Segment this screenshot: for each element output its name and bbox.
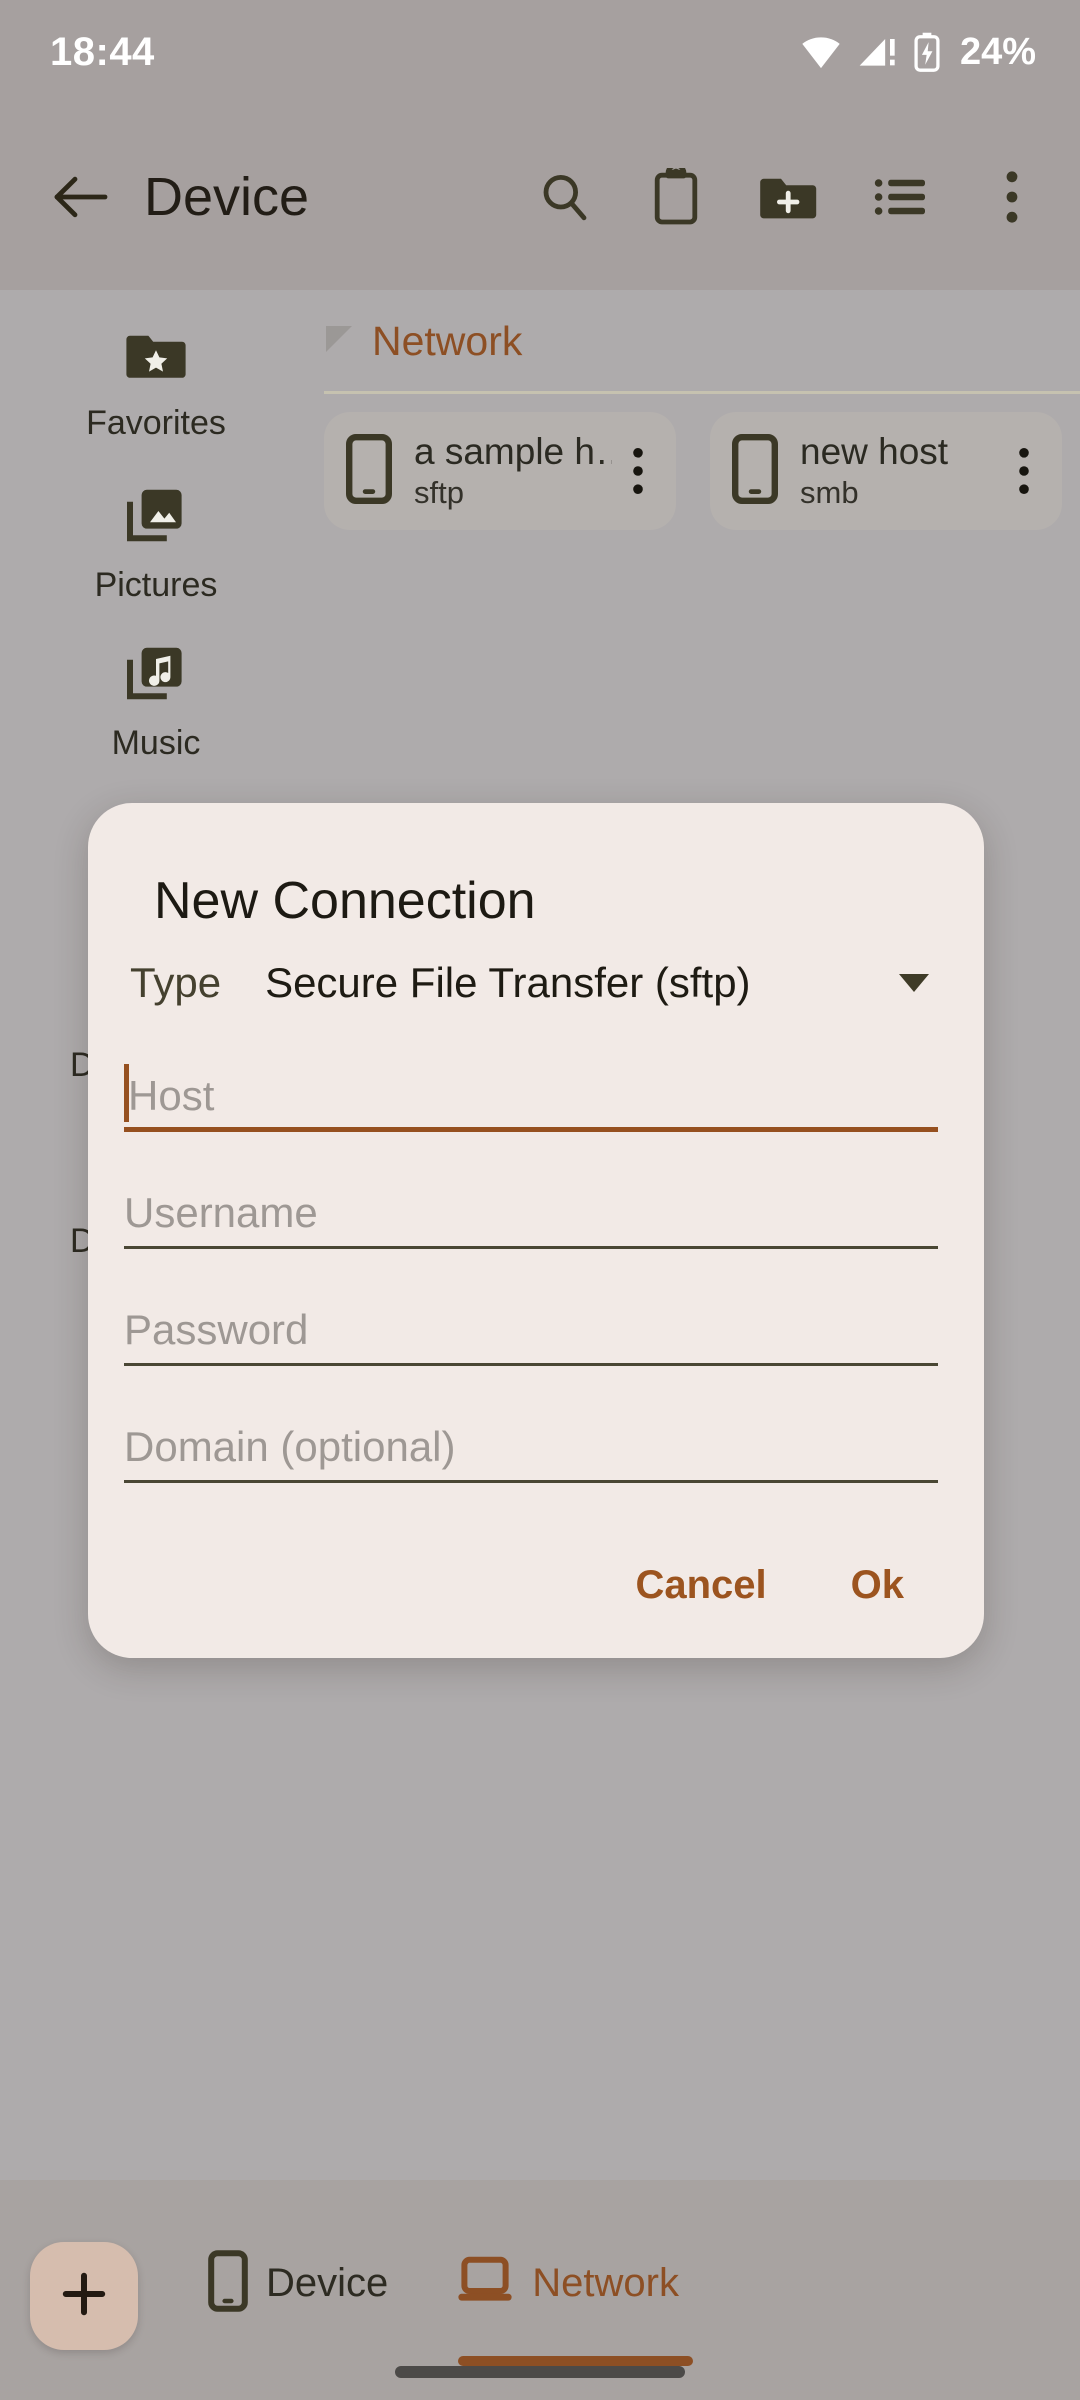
password-field-placeholder: Password xyxy=(124,1306,309,1353)
ok-button[interactable]: Ok xyxy=(823,1541,932,1630)
plus-icon xyxy=(59,2269,109,2324)
host-card[interactable]: a sample h… sftp xyxy=(324,412,676,530)
clipboard-icon[interactable] xyxy=(638,159,714,235)
shortcut-label: Music xyxy=(111,724,201,762)
shortcut-favorites[interactable]: Favorites xyxy=(0,308,312,466)
domain-field-underline xyxy=(124,1480,938,1483)
wifi-icon xyxy=(800,35,842,69)
password-field[interactable]: Password xyxy=(124,1263,938,1380)
device-phone-icon xyxy=(732,433,778,509)
status-clock: 18:44 xyxy=(50,29,155,74)
page-title: Device xyxy=(144,167,310,227)
shortcut-label: Pictures xyxy=(94,566,218,604)
connection-fields: Host Username Password Domain (optional) xyxy=(88,1029,984,1497)
status-icons: 24% xyxy=(800,31,1036,74)
shortcut-label: Favorites xyxy=(86,404,226,442)
host-card[interactable]: new host smb xyxy=(710,412,1062,530)
tab-network-label: Network xyxy=(532,2261,679,2305)
shortcut-pictures[interactable]: Pictures xyxy=(0,466,312,624)
host-protocol: smb xyxy=(800,475,859,510)
app-bar: Device xyxy=(0,104,1080,290)
host-list: a sample h… sftp new host smb xyxy=(312,412,1080,530)
screen-root: 18:44 24% Device Favorites Pictures Musi… xyxy=(0,0,1080,2400)
host-overflow-menu-icon[interactable] xyxy=(612,435,664,507)
computer-icon xyxy=(456,2255,514,2312)
host-field[interactable]: Host xyxy=(124,1029,938,1146)
tab-active-indicator xyxy=(458,2356,693,2366)
username-field-placeholder: Username xyxy=(124,1189,318,1236)
new-folder-icon[interactable] xyxy=(750,159,826,235)
network-section-title: Network xyxy=(372,318,523,364)
host-field-underline xyxy=(124,1127,938,1132)
app-bar-actions xyxy=(526,159,1050,235)
host-overflow-menu-icon[interactable] xyxy=(998,435,1050,507)
username-field-underline xyxy=(124,1246,938,1249)
network-divider xyxy=(324,391,1080,394)
dialog-actions: Cancel Ok xyxy=(607,1541,932,1630)
domain-field[interactable]: Domain (optional) xyxy=(124,1380,938,1497)
device-phone-icon xyxy=(346,433,392,509)
photo-library-icon xyxy=(126,485,186,550)
status-bar: 18:44 24% xyxy=(0,0,1080,104)
collapse-triangle-icon[interactable] xyxy=(324,324,354,359)
add-connection-fab[interactable] xyxy=(30,2242,138,2350)
cancel-button[interactable]: Cancel xyxy=(607,1541,794,1630)
arrow-back-icon[interactable] xyxy=(40,156,122,238)
shortcuts-column: Favorites Pictures Music xyxy=(0,308,312,782)
network-section-header[interactable]: Network xyxy=(312,290,1080,375)
connection-type-row[interactable]: Type Secure File Transfer (sftp) xyxy=(88,931,984,1007)
bottom-navigation-bar: Device Network xyxy=(0,2180,1080,2400)
shortcut-music[interactable]: Music xyxy=(0,624,312,782)
host-name: a sample h… xyxy=(414,431,612,472)
folder-star-icon xyxy=(126,331,186,388)
tab-device-label: Device xyxy=(266,2261,389,2305)
connection-type-label: Type xyxy=(130,959,222,1006)
domain-field-placeholder: Domain (optional) xyxy=(124,1423,456,1470)
list-view-icon[interactable] xyxy=(862,159,938,235)
host-protocol: sftp xyxy=(414,475,464,510)
overflow-menu-icon[interactable] xyxy=(974,159,1050,235)
connection-type-value: Secure File Transfer (sftp) xyxy=(265,959,751,1006)
cellular-signal-icon xyxy=(858,35,898,69)
phone-icon xyxy=(208,2250,248,2317)
host-name: new host xyxy=(800,431,949,472)
chevron-down-icon[interactable] xyxy=(894,963,934,1003)
network-section: Network a sample h… sftp new host smb xyxy=(312,290,1080,530)
music-library-icon xyxy=(126,643,186,708)
host-card-texts: new host smb xyxy=(800,431,998,511)
tab-network[interactable]: Network xyxy=(446,2243,693,2366)
host-field-placeholder: Host xyxy=(128,1072,215,1119)
search-icon[interactable] xyxy=(526,159,602,235)
tab-device[interactable]: Device xyxy=(198,2238,398,2329)
username-field[interactable]: Username xyxy=(124,1146,938,1263)
new-connection-dialog: New Connection Type Secure File Transfer… xyxy=(88,803,984,1658)
battery-charging-icon xyxy=(914,32,940,72)
dialog-title: New Connection xyxy=(154,872,536,930)
battery-percentage: 24% xyxy=(959,30,1036,73)
bottom-tabs: Device Network xyxy=(198,2238,693,2366)
gesture-navigation-bar[interactable] xyxy=(395,2366,685,2378)
host-card-texts: a sample h… sftp xyxy=(414,431,612,511)
password-field-underline xyxy=(124,1363,938,1366)
